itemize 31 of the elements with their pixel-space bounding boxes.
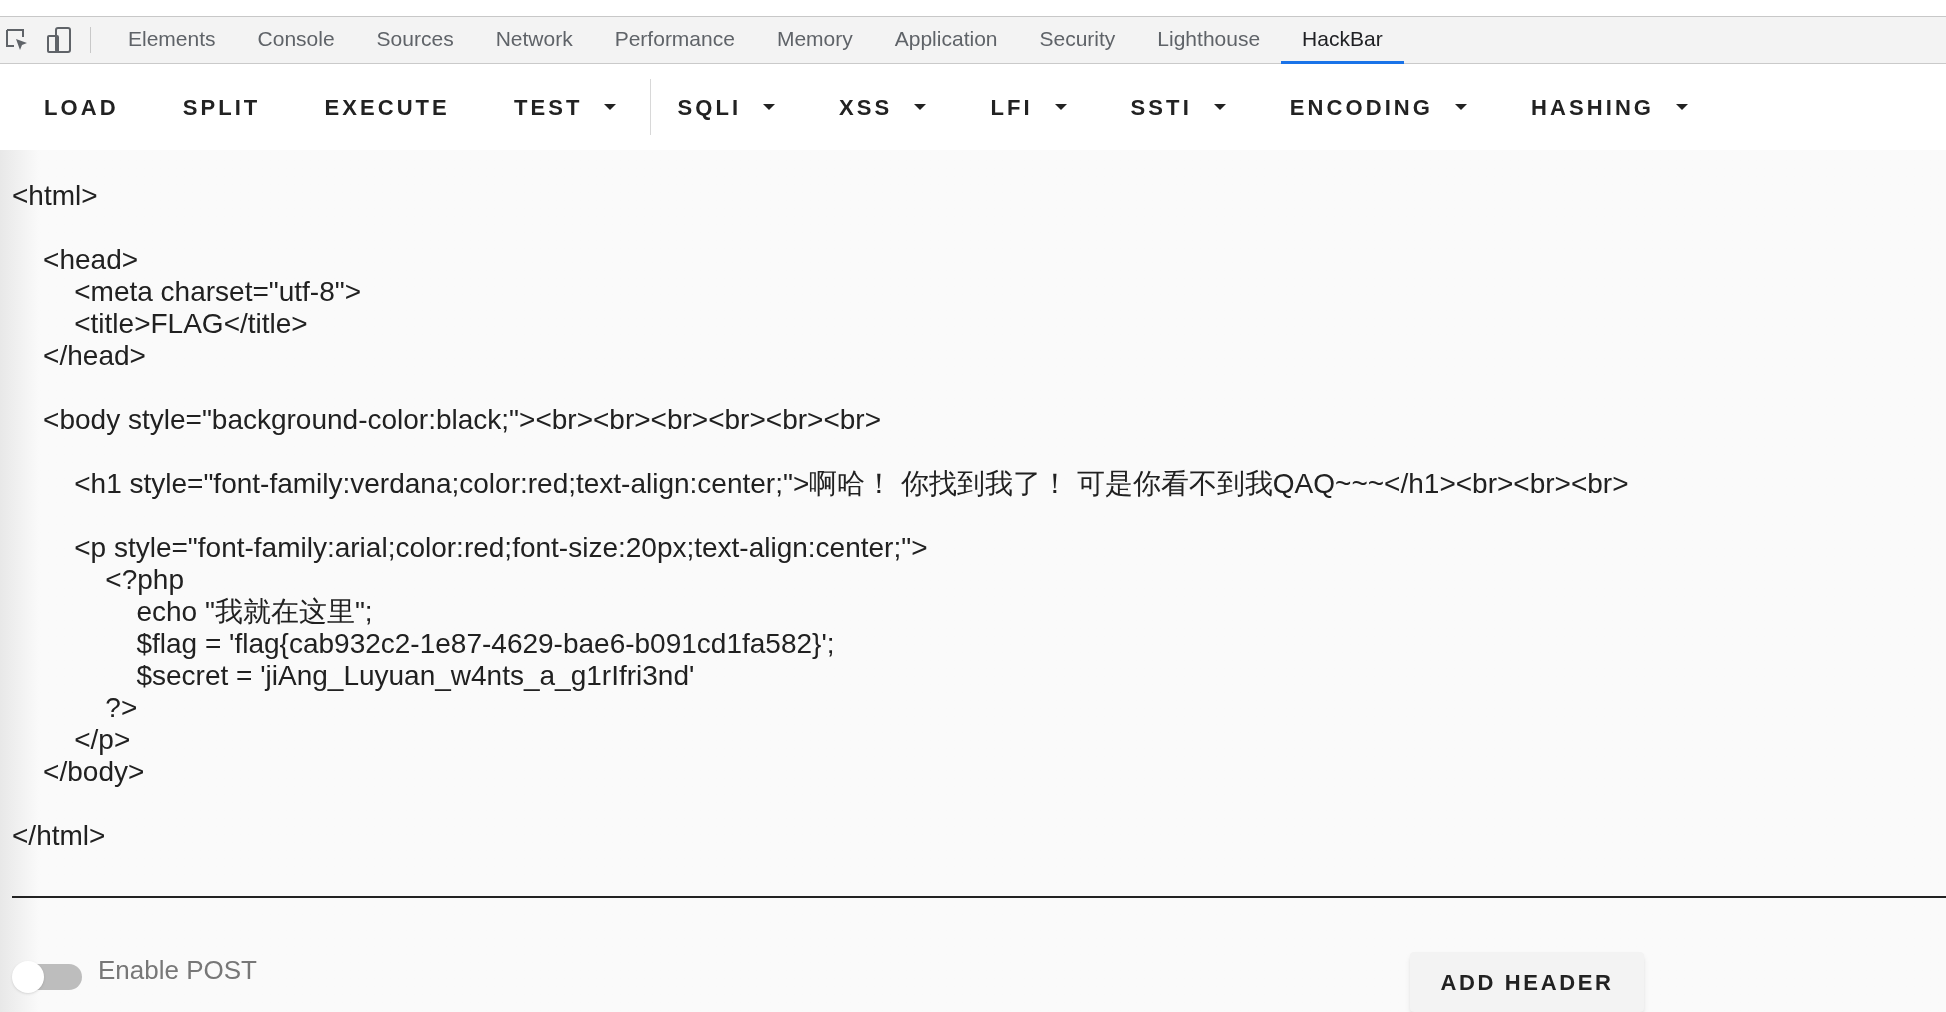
caret-icon <box>1213 103 1226 111</box>
device-toolbar-icon[interactable] <box>46 26 74 54</box>
dropdown-button[interactable]: XSS <box>817 79 949 135</box>
devtools-tab[interactable]: Memory <box>755 17 874 64</box>
caret-icon <box>1054 103 1067 111</box>
dropdown-button[interactable]: TEST <box>491 79 639 135</box>
devtools-tab[interactable]: Application <box>873 17 1019 64</box>
add-header-button[interactable]: ADD HEADER <box>1410 952 1644 1012</box>
dropdown-button[interactable]: ENCODING <box>1267 79 1490 135</box>
devtools-tab[interactable]: Security <box>1018 17 1137 64</box>
devtools-tab[interactable]: Console <box>236 17 356 64</box>
dropdown-button[interactable]: SSTI <box>1108 79 1248 135</box>
dropdown-button[interactable]: HASHING <box>1509 79 1711 135</box>
enable-post-label: Enable POST <box>98 953 257 987</box>
caret-icon <box>914 103 927 111</box>
caret-icon <box>604 103 617 111</box>
caret-icon <box>1455 103 1468 111</box>
caret-icon <box>1676 103 1689 111</box>
request-textarea[interactable]: <html> <head> <meta charset="utf-8"> <title>FLAG</title> </head> <body style="background-color:black;"><br><br><br><br><br><br> <h1 style="font-family:verdana;color:red;text-align:center;">啊哈！ 你找到我了！ 可是你看不到我QAQ~~~</h1><br><br><br> <p style="font-family:arial;color:red;font-size:20px;text-align:center;"> <?php echo "我就在这里"; $flag = 'flag{cab932c2-1e87-4629-bae6-b091cd1fa582}'; $secret = 'jiAng_Luyuan_w4nts_a_g1rIfri3nd' ?> </p> </body> </html> <box>12 150 1946 898</box>
enable-post-toggle[interactable] <box>14 964 82 990</box>
devtools-tab[interactable]: Elements <box>107 17 237 64</box>
caret-icon <box>763 103 776 111</box>
devtools-tab[interactable]: Sources <box>355 17 475 64</box>
dropdown-button[interactable]: SQLI <box>655 79 798 135</box>
toolbar-button[interactable]: SPLIT <box>160 79 283 135</box>
devtools-tab[interactable]: Lighthouse <box>1136 17 1282 64</box>
toolbar-button[interactable]: LOAD <box>22 79 141 135</box>
dropdown-button[interactable]: LFI <box>968 79 1089 135</box>
devtools-tab[interactable]: Performance <box>593 17 756 64</box>
toolbar-button[interactable]: EXECUTE <box>302 79 472 135</box>
devtools-tab[interactable]: Network <box>474 17 594 64</box>
